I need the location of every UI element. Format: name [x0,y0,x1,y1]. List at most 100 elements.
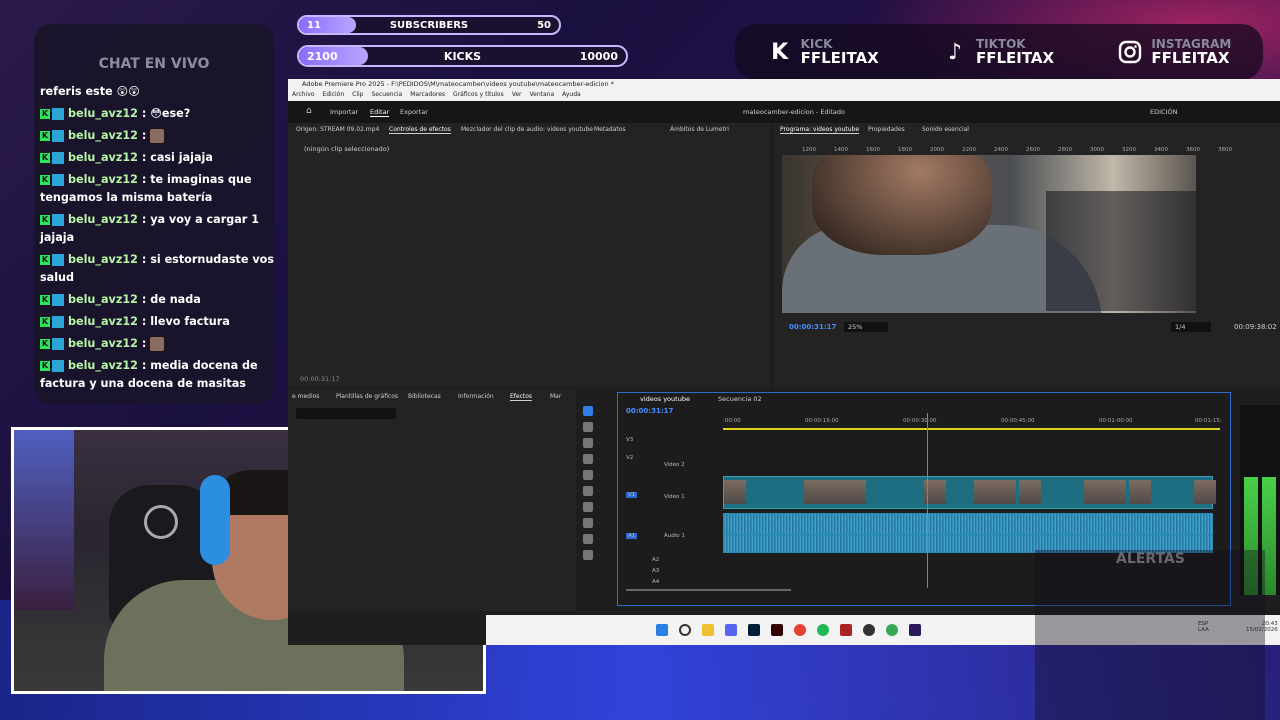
project-tab[interactable]: Efectos [510,393,533,401]
project-tab[interactable]: Plantillas de gráficos [336,393,398,400]
tab-controles-efectos[interactable]: Controles de efectos [389,126,451,134]
tab-propiedades[interactable]: Propiedades [868,126,905,133]
tab-sonido-esencial[interactable]: Sonido esencial [922,126,969,133]
project-tab[interactable]: Mar [550,393,561,400]
tab-origen[interactable]: Origen: STREAM 09.02.mp4 [296,126,379,133]
chat-username[interactable]: belu_avz12 [68,173,138,186]
audio-track-clips[interactable] [723,513,1213,535]
clip-thumbnail [824,480,846,504]
effects-search-input[interactable] [296,408,396,419]
type-tool-icon[interactable] [583,534,593,544]
tab-lumetri[interactable]: Ámbitos de Lumetri [670,126,729,133]
windows-start-icon[interactable] [656,624,668,636]
menu-item[interactable]: Marcadores [410,89,445,101]
chat-text: : [141,337,147,350]
ruler-tick-label: 2800 [1058,147,1072,153]
browser-icon[interactable] [886,624,898,636]
obs-icon[interactable] [863,624,875,636]
chat-username[interactable]: belu_avz12 [68,129,138,142]
spotify-icon[interactable] [817,624,829,636]
discord-icon[interactable] [725,624,737,636]
kick-badge-icon: K [40,175,50,185]
chat-username[interactable]: belu_avz12 [68,151,138,164]
menu-item[interactable]: Ventana [530,89,555,101]
tab-exportar[interactable]: Exportar [400,108,428,116]
tab-editar[interactable]: Editar [370,108,390,117]
chat-username[interactable]: belu_avz12 [68,293,138,306]
chat-message: Kbelu_avz12 : media docena de factura y … [40,355,278,395]
pen-tool-icon[interactable] [583,486,593,496]
menu-item[interactable]: Clip [352,89,363,101]
badge-icon [52,214,64,226]
chat-username[interactable]: belu_avz12 [68,107,138,120]
social-handle: FFLEITAX [1151,49,1230,67]
social-links: K KICK FFLEITAX ♪ TIKTOK FFLEITAX INSTAG… [735,24,1263,80]
timeline-scrollbar[interactable] [626,589,791,591]
menu-item[interactable]: Archivo [292,89,314,101]
search-icon[interactable] [679,624,691,636]
app-icon[interactable] [840,624,852,636]
subscribers-label: SUBSCRIBERS [389,20,469,31]
video-track-clips[interactable] [723,476,1216,509]
track-label: V2 [626,455,634,461]
home-icon[interactable]: ⌂ [306,106,312,116]
playhead[interactable] [927,413,928,588]
kick-badge-icon: K [40,255,50,265]
project-tab[interactable]: Bibliotecas [408,393,441,400]
tab-programa[interactable]: Programa: videos youtube [780,126,860,134]
chat-username[interactable]: belu_avz12 [68,213,138,226]
emote-icon [150,129,165,143]
rectangle-tool-icon[interactable] [583,502,593,512]
file-explorer-icon[interactable] [702,624,714,636]
zoom-select[interactable]: 25% [844,322,888,332]
clip-thumbnail [1129,480,1151,504]
tab-videos-youtube[interactable]: videos youtube [640,395,690,403]
duration-timecode: 00:09:38:02 [1234,323,1277,331]
source-panel: Origen: STREAM 09.02.mp4 Controles de ef… [288,123,770,387]
chat-username[interactable]: belu_avz12 [68,253,138,266]
tab-mezclador[interactable]: Mezclador del clip de audio: videos yout… [461,126,593,133]
chat-username[interactable]: belu_avz12 [68,359,138,372]
tab-importar[interactable]: Importar [330,108,358,116]
menu-item[interactable]: Edición [322,89,344,101]
hand-tool-icon[interactable] [583,518,593,528]
ruler-tick-label: 1200 [802,147,816,153]
chrome-icon[interactable] [794,624,806,636]
social-tiktok: ♪ TIKTOK FFLEITAX [942,38,1054,66]
captions-tool-icon[interactable] [583,550,593,560]
selection-tool-icon[interactable] [583,406,593,416]
track-label[interactable]: A1 [626,533,638,539]
chat-message: Kbelu_avz12 : [40,333,278,355]
ruler-tick-label: 2400 [994,147,1008,153]
clip-thumbnail [804,480,826,504]
photoshop-icon[interactable] [748,624,760,636]
track-select-tool-icon[interactable] [583,422,593,432]
project-tab[interactable]: Información [458,393,494,400]
slip-tool-icon[interactable] [583,470,593,480]
track-label[interactable]: V1 [626,492,638,498]
badge-icon [52,130,64,142]
menu-item[interactable]: Secuencia [372,89,403,101]
tab-metadatos[interactable]: Metadatos [594,126,626,133]
razor-tool-icon[interactable] [583,454,593,464]
menu-item[interactable]: Ver [512,89,522,101]
tab-secuencia-02[interactable]: Secuencia 02 [718,395,762,403]
chat-username[interactable]: belu_avz12 [68,337,138,350]
ruler-tick-label: 2600 [1026,147,1040,153]
badge-icon [52,316,64,328]
chat-message: Kbelu_avz12 : si estornudaste vos salud [40,249,278,289]
subscribers-target: 50 [537,20,551,31]
program-video-frame [782,155,1196,313]
work-area-bar[interactable] [723,428,1220,430]
illustrator-icon[interactable] [771,624,783,636]
quality-select[interactable]: 1/4 [1171,322,1211,332]
premiere-icon[interactable] [909,624,921,636]
ripple-edit-tool-icon[interactable] [583,438,593,448]
program-timecode: 00:00:31:17 [789,323,837,331]
social-kick: K KICK FFLEITAX [767,38,879,66]
chat-username[interactable]: belu_avz12 [68,315,138,328]
workspace-menu[interactable]: EDICIÓN [1150,108,1177,116]
menu-item[interactable]: Gráficos y títulos [453,89,504,101]
menu-item[interactable]: Ayuda [562,89,581,101]
project-tab[interactable]: e medios [292,393,319,400]
